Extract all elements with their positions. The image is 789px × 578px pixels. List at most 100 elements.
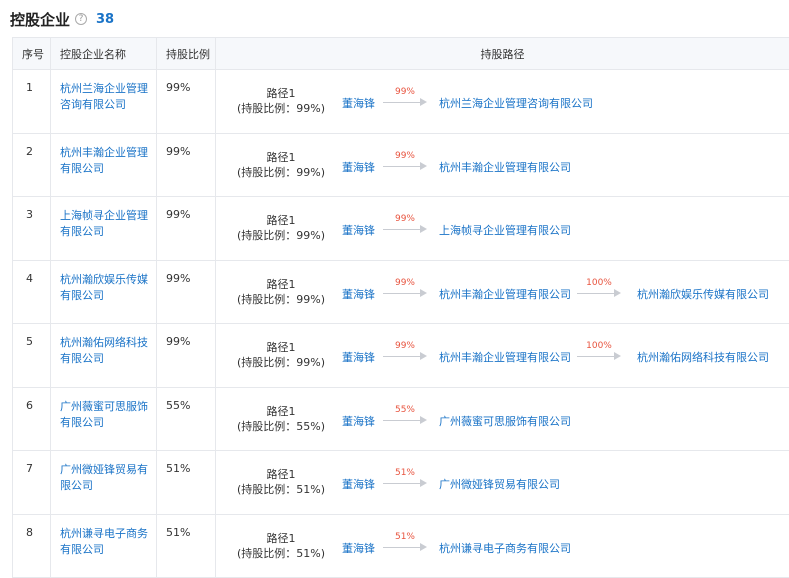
path-node-1-link[interactable]: 杭州丰瀚企业管理有限公司 xyxy=(439,286,571,302)
header-company-name: 控股企业名称 xyxy=(50,37,157,70)
path-node-2-link[interactable]: 杭州瀚佑网络科技有限公司 xyxy=(637,349,769,365)
row-ratio-text: 55% xyxy=(166,398,191,412)
row-company-cell: 广州微娅锋贸易有 限公司 xyxy=(50,450,157,515)
row-index-text: 7 xyxy=(26,462,33,475)
row-path-cell: 路径1 (持股比例：99%) 董海锋 99% 杭州丰瀚企业管理有限公司 100%… xyxy=(215,259,789,324)
section-header: 控股企业 ? 38 xyxy=(10,8,114,30)
company-name-line1: 杭州兰海企业管理 xyxy=(60,82,148,95)
row-ratio-text: 99% xyxy=(166,271,191,285)
company-link[interactable]: 杭州瀚佑网络科技 有限公司 xyxy=(60,335,150,367)
path-node-1-link[interactable]: 杭州兰海企业管理咨询有限公司 xyxy=(439,95,593,111)
table-row: 5 杭州瀚佑网络科技 有限公司 99% 路径1 (持股比例：99%) 董海锋 9… xyxy=(12,323,789,388)
row-ratio: 99% xyxy=(156,132,216,197)
path-percent-1: 99% xyxy=(394,87,415,97)
arrow-line xyxy=(383,229,421,230)
table-row: 2 杭州丰瀚企业管理 有限公司 99% 路径1 (持股比例：99%) 董海锋 9… xyxy=(12,132,789,197)
path-holder-link[interactable]: 董海锋 xyxy=(342,159,375,175)
table-row: 7 广州微娅锋贸易有 限公司 51% 路径1 (持股比例：51%) 董海锋 51… xyxy=(12,450,789,515)
arrow-line xyxy=(383,292,421,294)
arrow-head-icon xyxy=(614,288,621,297)
row-ratio-text: 99% xyxy=(166,335,191,348)
company-link[interactable]: 杭州瀚欣娱乐传媒 有限公司 xyxy=(60,272,150,304)
row-company-cell: 杭州瀚欣娱乐传媒 有限公司 xyxy=(50,259,157,324)
company-link[interactable]: 杭州丰瀚企业管理 有限公司 xyxy=(60,145,150,177)
arrow-head-icon xyxy=(420,415,427,424)
company-name-line2: 有限公司 xyxy=(60,542,104,556)
table-header-row: 序号 控股企业名称 持股比例 持股路径 xyxy=(12,37,789,70)
path-title: 路径1 xyxy=(266,150,296,164)
row-company-cell: 杭州丰瀚企业管理 有限公司 xyxy=(50,132,157,197)
arrow-line xyxy=(577,356,615,357)
company-link[interactable]: 杭州谦寻电子商务 有限公司 xyxy=(60,526,150,558)
company-name-line1: 广州薇蜜可思服饰 xyxy=(60,399,148,413)
section-title: 控股企业 xyxy=(10,10,71,29)
arrow-line xyxy=(383,546,421,548)
path-node-2-link[interactable]: 杭州瀚欣娱乐传媒有限公司 xyxy=(637,286,769,302)
path-arrow-1: 51% xyxy=(383,468,427,487)
arrow-head-icon xyxy=(420,542,427,551)
path-ratio: (持股比例：55%) xyxy=(236,419,326,433)
arrow-head-icon xyxy=(420,288,427,297)
path-arrow-1: 99% xyxy=(383,87,427,106)
company-link[interactable]: 上海帧寻企业管理 有限公司 xyxy=(60,208,150,240)
path-percent-1: 99% xyxy=(394,341,415,351)
row-company-cell: 上海帧寻企业管理 有限公司 xyxy=(50,196,157,261)
company-name-line2: 有限公司 xyxy=(60,352,104,365)
table-row: 6 广州薇蜜可思服饰 有限公司 55% 路径1 (持股比例：55%) 董海锋 5… xyxy=(12,386,789,451)
company-count: 38 xyxy=(96,11,115,27)
arrow-head-icon xyxy=(420,98,427,106)
path-ratio: (持股比例：99%) xyxy=(236,165,326,179)
row-ratio-text: 99% xyxy=(166,144,191,158)
row-index-text: 5 xyxy=(26,335,33,348)
path-holder-link[interactable]: 董海锋 xyxy=(342,413,375,429)
path-holder-link[interactable]: 董海锋 xyxy=(342,286,375,302)
path-node-1-link[interactable]: 杭州丰瀚企业管理有限公司 xyxy=(439,349,571,365)
row-index-text: 6 xyxy=(26,398,33,412)
header-ratio: 持股比例 xyxy=(156,37,216,70)
table-row: 8 杭州谦寻电子商务 有限公司 51% 路径1 (持股比例：51%) 董海锋 5… xyxy=(12,513,789,578)
path-node-1-link[interactable]: 杭州丰瀚企业管理有限公司 xyxy=(439,159,571,175)
path-percent-1: 99% xyxy=(394,150,415,161)
row-index-text: 3 xyxy=(26,208,33,221)
path-arrow-1: 99% xyxy=(383,278,427,297)
path-ratio: (持股比例：99%) xyxy=(236,102,326,115)
path-holder-link[interactable]: 董海锋 xyxy=(342,540,375,556)
path-holder-link[interactable]: 董海锋 xyxy=(342,349,375,365)
company-link[interactable]: 杭州兰海企业管理 咨询有限公司 xyxy=(60,81,150,113)
path-holder-link[interactable]: 董海锋 xyxy=(342,476,375,492)
row-index: 4 xyxy=(12,259,51,324)
path-percent-1: 99% xyxy=(394,214,415,224)
path-ratio: (持股比例：99%) xyxy=(236,229,326,242)
path-node-1-link[interactable]: 杭州谦寻电子商务有限公司 xyxy=(439,540,571,556)
row-index-text: 4 xyxy=(26,271,33,285)
row-index: 8 xyxy=(12,513,51,578)
company-name-line2: 有限公司 xyxy=(60,225,104,238)
path-holder-link[interactable]: 董海锋 xyxy=(342,95,375,111)
row-index-text: 2 xyxy=(26,144,33,158)
path-ratio: (持股比例：99%) xyxy=(236,356,326,369)
path-node-1-link[interactable]: 广州薇蜜可思服饰有限公司 xyxy=(439,413,571,429)
path-arrow-1: 99% xyxy=(383,150,427,170)
row-company-cell: 杭州谦寻电子商务 有限公司 xyxy=(50,513,157,578)
path-title: 路径1 xyxy=(266,341,296,354)
path-node-1-link[interactable]: 上海帧寻企业管理有限公司 xyxy=(439,222,571,238)
path-holder-link[interactable]: 董海锋 xyxy=(342,222,375,238)
company-name-line1: 杭州瀚佑网络科技 xyxy=(60,336,148,349)
arrow-head-icon xyxy=(614,352,621,360)
arrow-line xyxy=(383,102,421,103)
company-name-line1: 杭州谦寻电子商务 xyxy=(60,526,148,540)
company-name-line1: 广州微娅锋贸易有 xyxy=(60,463,148,476)
row-ratio: 51% xyxy=(156,450,216,515)
arrow-line xyxy=(383,419,421,421)
company-link[interactable]: 广州薇蜜可思服饰 有限公司 xyxy=(60,399,150,431)
path-percent-1: 51% xyxy=(394,468,415,478)
row-index: 3 xyxy=(12,196,51,261)
path-arrow-1: 51% xyxy=(383,532,427,551)
path-title: 路径1 xyxy=(266,404,296,418)
path-arrow-1: 99% xyxy=(383,341,427,360)
row-index: 7 xyxy=(12,450,51,515)
path-node-1-link[interactable]: 广州微娅锋贸易有限公司 xyxy=(439,476,560,492)
arrow-line xyxy=(383,356,421,357)
help-icon[interactable]: ? xyxy=(75,13,88,25)
company-link[interactable]: 广州微娅锋贸易有 限公司 xyxy=(60,462,150,494)
